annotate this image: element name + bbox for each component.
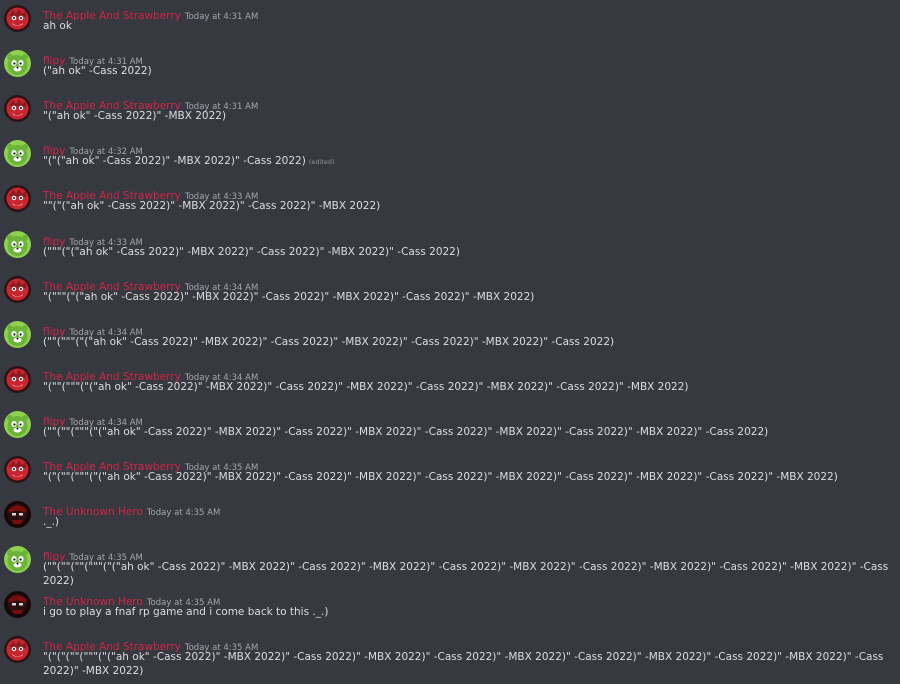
message-row[interactable]: The Apple And Strawberry Today at 4:35 AM…	[0, 451, 900, 495]
message-content: (""(""(""("""("("ah ok" -Cass 2022)" -MB…	[43, 560, 898, 588]
green-bear-avatar	[4, 140, 31, 168]
message-header: The Apple And Strawberry Today at 4:34 AM	[43, 275, 258, 293]
message-text: i go to play a fnaf rp game and i come b…	[43, 606, 329, 619]
message-text: "("ah ok" -Cass 2022)" -MBX 2022)	[43, 110, 227, 123]
message-content: "(""("""("("ah ok" -Cass 2022)" -MBX 202…	[43, 380, 898, 394]
message-row[interactable]: The Apple And Strawberry Today at 4:31 AM…	[0, 90, 900, 134]
message-content: "("("ah ok" -Cass 2022)" -MBX 2022)" -Ca…	[43, 154, 898, 169]
message-content: "("(""("""("("ah ok" -Cass 2022)" -MBX 2…	[43, 470, 898, 484]
avatar[interactable]	[4, 230, 31, 258]
message-row[interactable]: flipy Today at 4:34 AM (""("""("("ah ok" -…	[0, 316, 900, 360]
chat-message-list[interactable]: The Apple And Strawberry Today at 4:31 AM…	[0, 0, 900, 684]
green-bear-avatar	[4, 230, 31, 258]
red-cartoon-character-avatar	[4, 365, 31, 393]
message-header: flipy Today at 4:34 AM	[43, 320, 143, 338]
message-header: The Apple And Strawberry Today at 4:33 AM	[43, 184, 258, 202]
message-content: ("""("("ah ok" -Cass 2022)" -MBX 2022)" …	[43, 245, 898, 259]
red-cartoon-character-avatar	[4, 185, 31, 213]
message-row[interactable]: flipy Today at 4:35 AM (""(""(""("""("("ah…	[0, 541, 900, 588]
message-content: ah ok	[43, 19, 898, 33]
message-header: flipy Today at 4:34 AM	[43, 410, 143, 428]
edited-label: (edited)	[308, 158, 335, 167]
dark-masked-character-avatar	[4, 501, 31, 529]
message-row[interactable]: flipy Today at 4:31 AM ("ah ok" -Cass 2022…	[0, 45, 900, 89]
message-row[interactable]: The Apple And Strawberry Today at 4:31 AM…	[0, 0, 900, 44]
message-row[interactable]: flipy Today at 4:33 AM ("""("("ah ok" -Cas…	[0, 226, 900, 270]
red-cartoon-character-avatar	[4, 456, 31, 483]
avatar[interactable]	[4, 95, 31, 123]
green-bear-avatar	[4, 410, 31, 438]
message-header: flipy Today at 4:32 AM	[43, 139, 143, 157]
message-header: The Unknown Hero Today at 4:35 AM	[43, 590, 220, 608]
message-text: (""(""("""("("ah ok" -Cass 2022)" -MBX 2…	[43, 425, 769, 438]
message-header: flipy Today at 4:35 AM	[43, 545, 143, 563]
red-cartoon-character-avatar	[4, 5, 31, 32]
message-text: ah ok	[43, 20, 72, 32]
message-text: "("""("("ah ok" -Cass 2022)" -MBX 2022)"…	[43, 290, 535, 303]
green-bear-avatar	[4, 546, 31, 574]
message-text: "(""("""("("ah ok" -Cass 2022)" -MBX 202…	[43, 380, 689, 393]
message-content: "("""("("ah ok" -Cass 2022)" -MBX 2022)"…	[43, 290, 898, 304]
message-content: ""("("ah ok" -Cass 2022)" -MBX 2022)" -C…	[43, 199, 898, 213]
avatar[interactable]	[4, 275, 31, 303]
red-cartoon-character-avatar	[4, 275, 31, 303]
message-header: The Apple And Strawberry Today at 4:35 AM	[43, 455, 258, 473]
message-header: The Apple And Strawberry Today at 4:31 AM	[43, 94, 258, 112]
red-cartoon-character-avatar	[4, 95, 31, 123]
avatar[interactable]	[4, 365, 31, 393]
avatar[interactable]	[4, 546, 31, 574]
message-row[interactable]: The Apple And Strawberry Today at 4:33 AM…	[0, 180, 900, 224]
avatar[interactable]	[4, 456, 31, 483]
message-row[interactable]: The Apple And Strawberry Today at 4:34 AM…	[0, 361, 900, 405]
message-content: ("ah ok" -Cass 2022)	[43, 64, 898, 78]
message-row[interactable]: The Apple And Strawberry Today at 4:34 AM…	[0, 271, 900, 315]
message-header: The Apple And Strawberry Today at 4:34 AM	[43, 365, 258, 383]
avatar[interactable]	[4, 591, 31, 619]
avatar[interactable]	[4, 501, 31, 529]
message-text: "("("(""("""("("ah ok" -Cass 2022)" -MBX…	[43, 651, 884, 678]
avatar[interactable]	[4, 5, 31, 32]
message-header: The Unknown Hero Today at 4:35 AM	[43, 500, 220, 518]
red-cartoon-character-avatar	[4, 636, 31, 664]
message-header: The Apple And Strawberry Today at 4:31 AM	[43, 4, 258, 22]
message-text: ("""("("ah ok" -Cass 2022)" -MBX 2022)" …	[43, 245, 460, 258]
message-text: (""("""("("ah ok" -Cass 2022)" -MBX 2022…	[43, 335, 615, 348]
message-text: ""("("ah ok" -Cass 2022)" -MBX 2022)" -C…	[43, 200, 381, 213]
message-row[interactable]: The Apple And Strawberry Today at 4:35 AM…	[0, 631, 900, 678]
message-content: (""("""("("ah ok" -Cass 2022)" -MBX 2022…	[43, 335, 898, 349]
message-row[interactable]: The Unknown Hero Today at 4:35 AM i go to …	[0, 586, 900, 630]
message-row[interactable]: The Unknown Hero Today at 4:35 AM ._.)	[0, 496, 900, 540]
avatar[interactable]	[4, 185, 31, 213]
avatar[interactable]	[4, 636, 31, 664]
message-text: "("(""("""("("ah ok" -Cass 2022)" -MBX 2…	[43, 471, 838, 483]
message-header: The Apple And Strawberry Today at 4:35 AM	[43, 635, 258, 653]
green-bear-avatar	[4, 320, 31, 348]
message-text: "("("ah ok" -Cass 2022)" -MBX 2022)" -Ca…	[43, 155, 306, 168]
avatar[interactable]	[4, 410, 31, 438]
avatar[interactable]	[4, 320, 31, 348]
message-text: (""(""(""("""("("ah ok" -Cass 2022)" -MB…	[43, 561, 889, 588]
avatar[interactable]	[4, 140, 31, 168]
green-bear-avatar	[4, 50, 31, 78]
message-content: "("ah ok" -Cass 2022)" -MBX 2022)	[43, 109, 898, 123]
message-header: flipy Today at 4:33 AM	[43, 230, 143, 248]
message-text: ._.)	[43, 516, 60, 529]
dark-masked-character-avatar	[4, 591, 31, 619]
avatar[interactable]	[4, 50, 31, 78]
message-content: ._.)	[43, 515, 898, 529]
message-content: "("("(""("""("("ah ok" -Cass 2022)" -MBX…	[43, 650, 898, 678]
message-header: flipy Today at 4:31 AM	[43, 49, 143, 67]
message-row[interactable]: flipy Today at 4:34 AM (""(""("""("("ah ok…	[0, 406, 900, 450]
message-content: i go to play a fnaf rp game and i come b…	[43, 605, 898, 619]
message-text: ("ah ok" -Cass 2022)	[43, 65, 152, 78]
message-content: (""(""("""("("ah ok" -Cass 2022)" -MBX 2…	[43, 425, 898, 439]
message-row[interactable]: flipy Today at 4:32 AM "("("ah ok" -Cass 2…	[0, 135, 900, 179]
